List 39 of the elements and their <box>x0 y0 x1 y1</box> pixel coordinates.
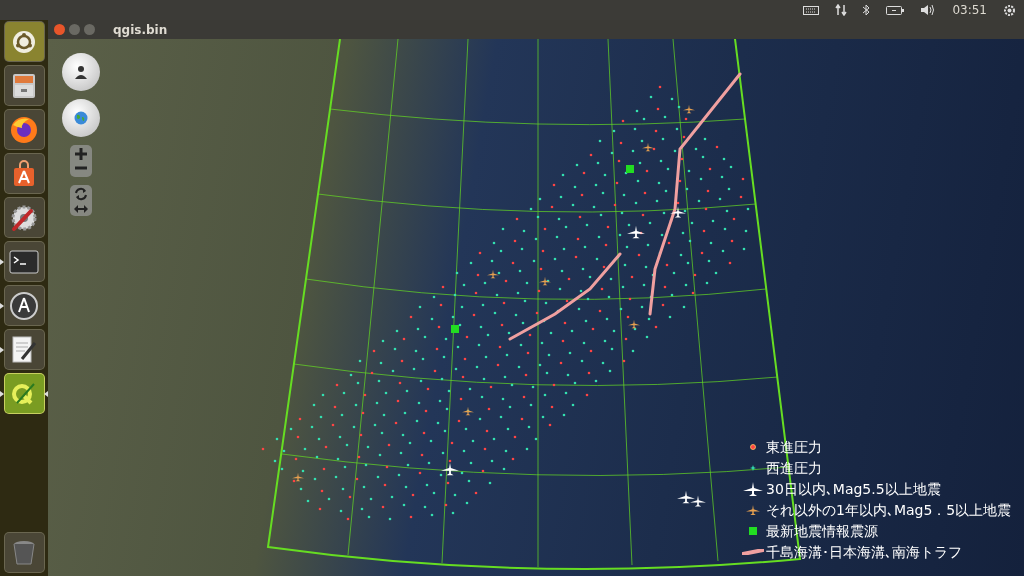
globe-icon <box>74 111 88 125</box>
refresh-icon[interactable] <box>74 187 88 201</box>
airplane-icon <box>746 505 760 515</box>
airplane-icon <box>670 206 686 218</box>
window-title: qgis.bin <box>113 21 168 39</box>
launcher-item[interactable] <box>4 286 44 325</box>
launcher-item[interactable] <box>4 66 44 105</box>
firefox-logo-icon <box>9 114 39 145</box>
battery-icon[interactable] <box>886 5 905 15</box>
star-icon <box>750 465 756 471</box>
ubuntu-logo-icon <box>12 29 36 54</box>
network-arrows-icon[interactable] <box>835 4 848 16</box>
close-button[interactable] <box>54 24 65 35</box>
file-cabinet-icon <box>10 71 38 100</box>
launcher-item[interactable] <box>4 242 44 281</box>
keyboard-icon[interactable] <box>803 5 820 15</box>
launcher-item[interactable] <box>4 22 44 61</box>
airplane-icon <box>743 482 763 496</box>
launcher-item[interactable] <box>4 330 44 369</box>
epicenter-marker-icon <box>626 165 634 173</box>
epicenter-marker-icon <box>451 325 459 333</box>
airplane-icon <box>690 495 706 507</box>
bluetooth-icon[interactable] <box>863 4 871 16</box>
legend-label: それ以外の1年以内､Mag5．5以上地震 <box>766 500 1012 520</box>
launcher-item[interactable] <box>4 154 44 193</box>
text-editor-icon <box>10 334 38 365</box>
dot-icon <box>750 444 756 450</box>
clock-text[interactable]: 03:51 <box>952 1 987 19</box>
zoom-in-icon[interactable] <box>74 147 88 161</box>
square-icon <box>749 527 757 535</box>
launcher-item[interactable] <box>4 198 44 237</box>
horizontal-arrows-icon[interactable] <box>74 204 88 214</box>
launcher-item[interactable] <box>4 110 44 149</box>
line-icon <box>742 549 764 555</box>
trash-icon <box>11 538 37 567</box>
volume-icon[interactable] <box>920 4 937 16</box>
power-gear-icon[interactable] <box>1003 3 1016 17</box>
terminal-icon <box>9 248 39 275</box>
person-icon <box>74 65 88 79</box>
